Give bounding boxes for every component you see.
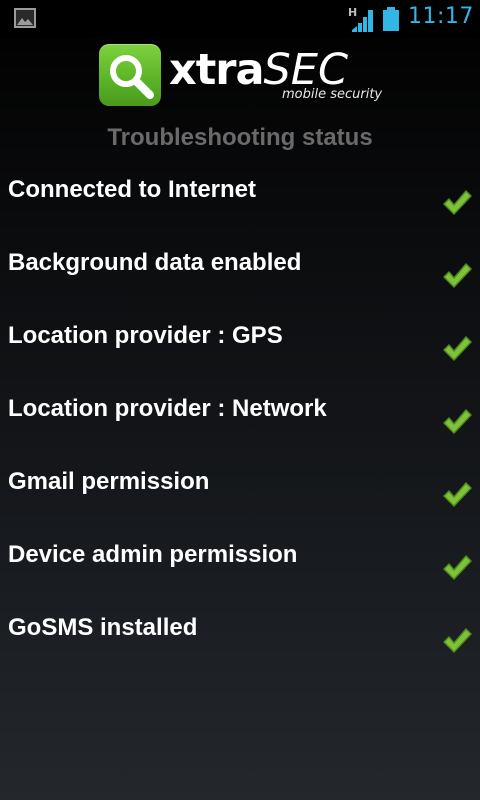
- magnifier-logo-icon: [99, 44, 161, 106]
- status-row-gosms: GoSMS installed: [0, 600, 480, 673]
- green-checkmark-icon: [443, 628, 472, 653]
- network-type-label: H: [348, 6, 357, 19]
- logo-word-bold: xtra: [169, 45, 265, 95]
- logo-subtitle: mobile security: [282, 87, 383, 102]
- status-label: Connected to Internet: [8, 176, 257, 203]
- status-bar: H 11:17: [0, 0, 480, 38]
- status-label: Device admin permission: [8, 541, 298, 568]
- green-checkmark-icon: [443, 482, 472, 507]
- status-label: Location provider : Network: [8, 395, 327, 422]
- status-label: Location provider : GPS: [8, 322, 283, 349]
- clock: 11:17: [408, 4, 474, 29]
- status-label: GoSMS installed: [8, 614, 198, 641]
- app-logo: xtraSEC mobile security: [99, 44, 389, 110]
- status-label: Gmail permission: [8, 468, 210, 495]
- picture-notification-icon[interactable]: [14, 8, 36, 28]
- green-checkmark-icon: [443, 409, 472, 434]
- status-row-background-data: Background data enabled: [0, 235, 480, 308]
- green-checkmark-icon: [443, 190, 472, 215]
- green-checkmark-icon: [443, 336, 472, 361]
- status-row-location-network: Location provider : Network: [0, 381, 480, 454]
- green-checkmark-icon: [443, 263, 472, 288]
- battery-icon: [383, 7, 399, 31]
- status-list: Connected to Internet Background data en…: [0, 162, 480, 673]
- status-row-gmail-permission: Gmail permission: [0, 454, 480, 527]
- page-title: Troubleshooting status: [107, 124, 373, 151]
- status-row-device-admin: Device admin permission: [0, 527, 480, 600]
- status-row-internet: Connected to Internet: [0, 162, 480, 235]
- status-row-location-gps: Location provider : GPS: [0, 308, 480, 381]
- signal-strength-icon: H: [348, 6, 373, 32]
- green-checkmark-icon: [443, 555, 472, 580]
- status-label: Background data enabled: [8, 249, 302, 276]
